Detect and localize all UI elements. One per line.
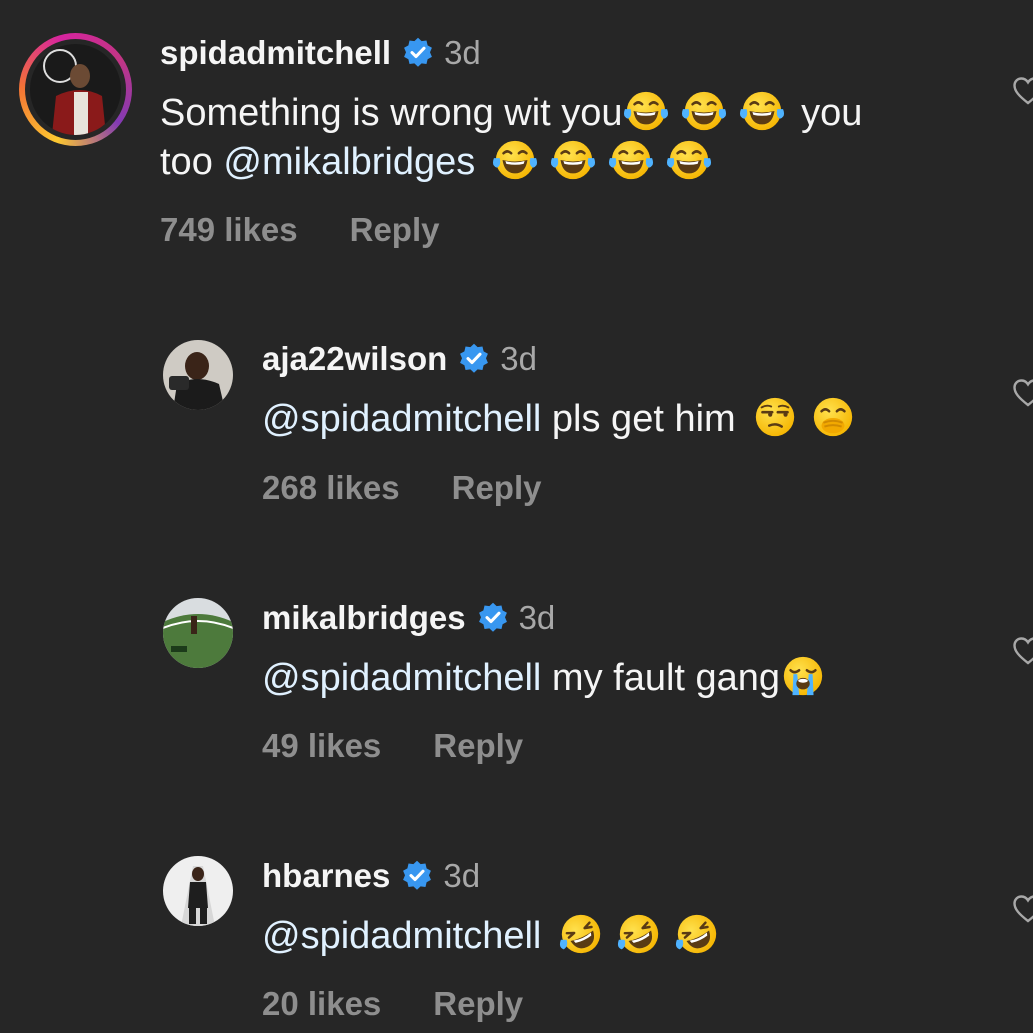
avatar[interactable] xyxy=(163,340,233,410)
verified-badge-icon xyxy=(401,860,433,892)
face-with-tears-of-joy-icon xyxy=(623,88,669,134)
comment-username[interactable]: spidadmitchell xyxy=(160,34,391,72)
comment-text-part: my fault gang xyxy=(551,657,781,699)
rolling-on-the-floor-laughing-icon xyxy=(674,911,720,957)
comment-username[interactable]: aja22wilson xyxy=(262,340,447,378)
comment-username[interactable]: mikalbridges xyxy=(262,599,466,637)
verified-badge-icon xyxy=(402,37,434,69)
verified-badge-icon xyxy=(458,343,490,375)
reply-button[interactable]: Reply xyxy=(433,727,523,765)
face-with-tears-of-joy-icon xyxy=(739,88,785,134)
face-with-tears-of-joy-icon xyxy=(492,137,538,183)
comment-timestamp: 3d xyxy=(500,340,537,377)
comment-text: @spidadmitchell pls get him xyxy=(262,394,1002,443)
rolling-on-the-floor-laughing-icon xyxy=(558,911,604,957)
likes-count[interactable]: 268 likes xyxy=(262,469,400,507)
face-with-tears-of-joy-icon xyxy=(550,137,596,183)
reply-button[interactable]: Reply xyxy=(433,985,523,1023)
heart-outline-icon[interactable] xyxy=(1013,379,1033,407)
comment-timestamp: 3d xyxy=(444,34,481,71)
mention-link[interactable]: @spidadmitchell xyxy=(262,657,541,699)
loudly-crying-face-icon xyxy=(780,653,826,699)
mention-link[interactable]: @spidadmitchell xyxy=(262,398,541,440)
comment-timestamp: 3d xyxy=(443,857,481,894)
mention-link[interactable]: @mikalbridges xyxy=(223,141,475,183)
reply-button[interactable]: Reply xyxy=(350,211,440,249)
comment-text-part: pls get him xyxy=(551,398,736,440)
heart-outline-icon[interactable] xyxy=(1013,77,1033,105)
comment-text-part: you xyxy=(790,92,863,134)
comment-text-part: Something is wrong wit you xyxy=(160,92,623,134)
avatar[interactable] xyxy=(163,598,233,668)
unamused-face-icon xyxy=(752,394,798,440)
mention-link[interactable]: @spidadmitchell xyxy=(262,915,541,957)
reply-button[interactable]: Reply xyxy=(452,469,542,507)
comment-timestamp: 3d xyxy=(518,599,556,636)
likes-count[interactable]: 20 likes xyxy=(262,985,381,1023)
rolling-on-the-floor-laughing-icon xyxy=(616,911,662,957)
heart-outline-icon[interactable] xyxy=(1013,637,1033,665)
likes-count[interactable]: 749 likes xyxy=(160,211,298,249)
face-with-tears-of-joy-icon xyxy=(681,88,727,134)
comment-text: @spidadmitchell xyxy=(262,911,1002,960)
avatar xyxy=(30,44,121,135)
verified-badge-icon xyxy=(477,602,509,634)
comment-username[interactable]: hbarnes xyxy=(262,857,390,895)
likes-count[interactable]: 49 likes xyxy=(262,727,381,765)
comment-text-part: too xyxy=(160,141,213,183)
comment-text: @spidadmitchell my fault gang xyxy=(262,653,1002,702)
face-with-tears-of-joy-icon xyxy=(666,137,712,183)
face-with-hand-over-mouth-icon xyxy=(810,394,856,440)
heart-outline-icon[interactable] xyxy=(1013,895,1033,923)
comment-text: Something is wrong wit you you too @mika… xyxy=(160,88,1010,186)
avatar[interactable] xyxy=(163,856,233,926)
avatar-story-ring[interactable] xyxy=(19,33,132,146)
face-with-tears-of-joy-icon xyxy=(608,137,654,183)
